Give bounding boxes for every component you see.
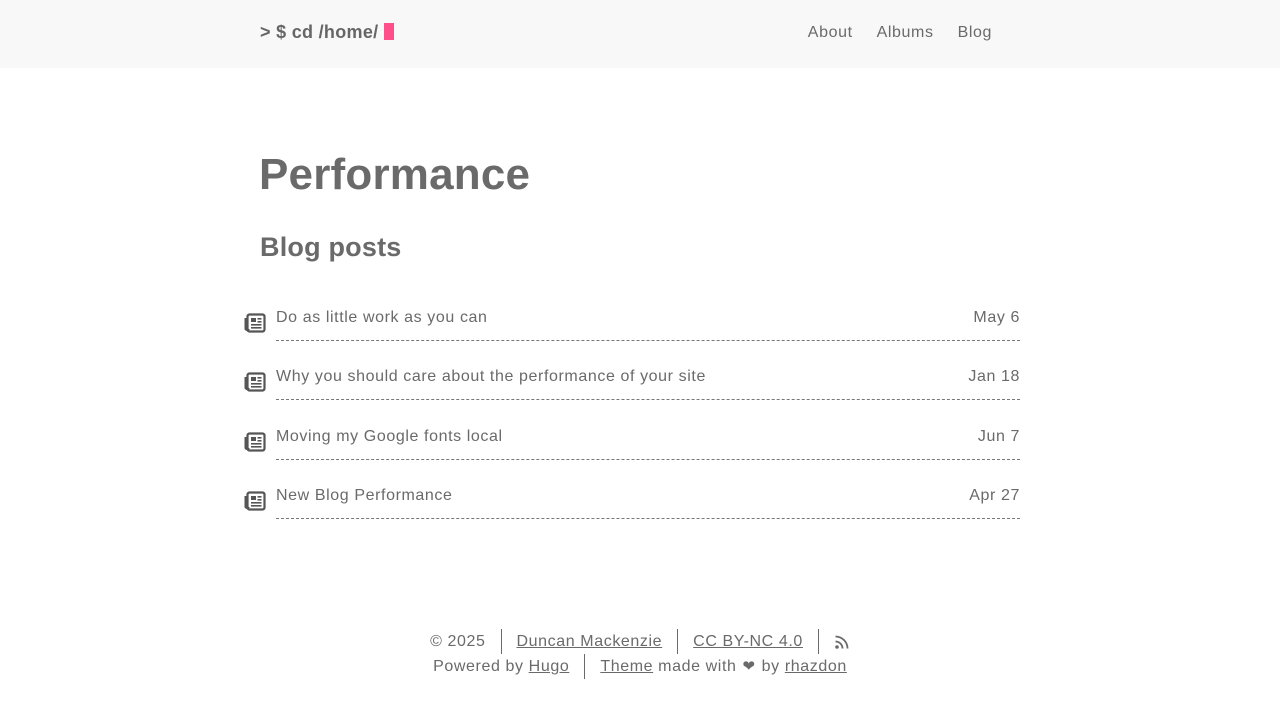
post-divider [276, 340, 1020, 341]
footer-row-copyright: © 2025 Duncan Mackenzie CC BY-NC 4.0 [0, 629, 1280, 654]
post-date: Jun 7 [977, 428, 1020, 445]
site-logo[interactable]: > $ cd /home/ [260, 22, 395, 43]
footer-row-credits: Powered by Hugo Theme made with ❤ by rhazd… [0, 654, 1280, 679]
page-title: Performance [259, 150, 531, 199]
author-segment: Duncan Mackenzie [502, 629, 679, 654]
rhazdon-link[interactable]: rhazdon [785, 654, 847, 679]
newspaper-icon [244, 491, 266, 511]
copyright-text: © 2025 [430, 629, 502, 654]
post-title-link[interactable]: Do as little work as you can [276, 309, 488, 327]
post-item: Do as little work as you can May 6 [244, 303, 1020, 363]
main-nav: About Albums Blog [808, 24, 992, 42]
powered-by-segment: Powered by Hugo [433, 654, 586, 679]
nav-albums[interactable]: Albums [877, 24, 934, 42]
heart-icon: ❤ [742, 658, 756, 675]
by-text: by [761, 658, 780, 675]
post-item: Why you should care about the performanc… [244, 362, 1020, 422]
license-link[interactable]: CC BY-NC 4.0 [693, 629, 803, 654]
site-footer: © 2025 Duncan Mackenzie CC BY-NC 4.0 Pow… [0, 629, 1280, 679]
post-date: Jan 18 [968, 368, 1020, 385]
rss-icon[interactable] [834, 634, 850, 650]
post-item: Moving my Google fonts local Jun 7 [244, 422, 1020, 482]
section-title: Blog posts [260, 232, 402, 262]
post-divider [276, 518, 1020, 519]
post-date: Apr 27 [969, 487, 1020, 504]
theme-link[interactable]: Theme [600, 654, 653, 679]
post-title-link[interactable]: Moving my Google fonts local [276, 428, 503, 446]
newspaper-icon [244, 313, 266, 333]
hugo-link[interactable]: Hugo [529, 654, 570, 679]
post-item: New Blog Performance Apr 27 [244, 481, 1020, 541]
rss-segment [819, 634, 850, 650]
terminal-cursor [384, 23, 395, 40]
post-divider [276, 399, 1020, 400]
newspaper-icon [244, 372, 266, 392]
newspaper-icon [244, 432, 266, 452]
powered-by-text: Powered by [433, 658, 524, 675]
logo-text: > $ cd /home/ [260, 22, 379, 42]
post-title-link[interactable]: New Blog Performance [276, 487, 453, 505]
author-link[interactable]: Duncan Mackenzie [517, 629, 663, 654]
nav-blog[interactable]: Blog [958, 24, 992, 42]
license-segment: CC BY-NC 4.0 [678, 629, 819, 654]
theme-segment: Theme made with ❤ by rhazdon [585, 654, 847, 679]
post-divider [276, 459, 1020, 460]
nav-about[interactable]: About [808, 24, 853, 42]
post-title-link[interactable]: Why you should care about the performanc… [276, 368, 706, 386]
post-date: May 6 [973, 309, 1020, 326]
made-with-text: made with [658, 658, 737, 675]
site-header: > $ cd /home/ About Albums Blog [0, 0, 1280, 68]
